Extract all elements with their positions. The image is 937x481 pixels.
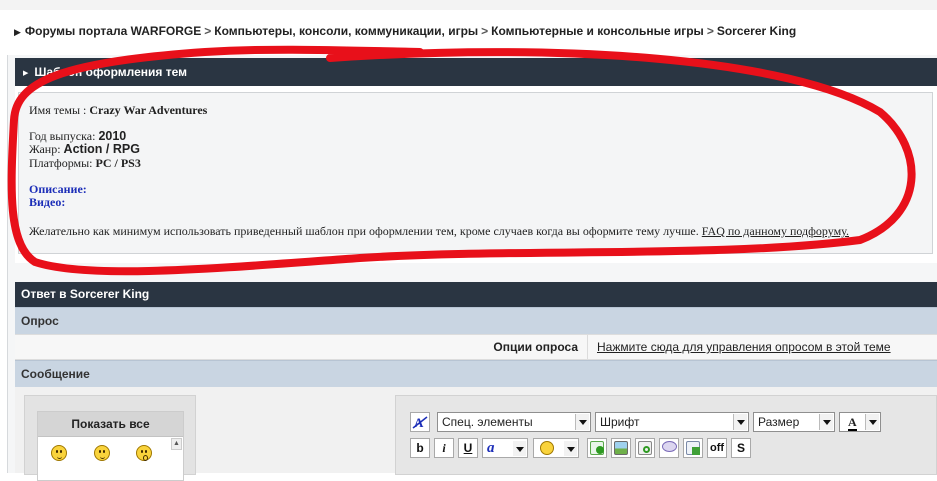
breadcrumb-item-games[interactable]: Компьютерные и консольные игры bbox=[491, 24, 704, 38]
year-value: 2010 bbox=[98, 129, 127, 143]
genre-label: Жанр: bbox=[29, 142, 61, 156]
font-select[interactable]: Шрифт bbox=[595, 412, 749, 432]
size-select[interactable]: Размер bbox=[753, 412, 835, 432]
underline-button[interactable]: U bbox=[458, 438, 478, 458]
template-note-text: Желательно как минимум использовать прив… bbox=[29, 224, 699, 238]
platform-label: Платформы: bbox=[29, 156, 93, 170]
platform-value: PC / PS3 bbox=[95, 156, 141, 170]
smile-icon[interactable] bbox=[94, 445, 110, 461]
text-direction-icon[interactable]: A bbox=[410, 412, 430, 432]
text-color-select[interactable]: A bbox=[839, 412, 881, 432]
breadcrumb-item-sorcerer-king[interactable]: Sorcerer King bbox=[717, 24, 796, 38]
reply-panel: Ответ в Sorcerer King Опрос Опции опроса… bbox=[15, 282, 937, 481]
chevron-down-icon bbox=[575, 414, 589, 430]
editor-toolbar: A Спец. элементы Шрифт Размер A b i U a bbox=[395, 395, 937, 475]
message-section-header: Сообщение bbox=[15, 360, 937, 387]
strikethrough-button[interactable]: S bbox=[731, 438, 751, 458]
topic-name-label: Имя темы : bbox=[29, 103, 87, 117]
insert-link-icon[interactable] bbox=[587, 438, 607, 458]
chevron-down-icon bbox=[733, 414, 747, 430]
emoticon-dropdown[interactable] bbox=[533, 438, 579, 458]
breadcrumb-separator: > bbox=[481, 24, 489, 38]
italic-button[interactable]: i bbox=[434, 438, 454, 458]
video-label: Видео: bbox=[29, 195, 66, 209]
surprised-smile-icon[interactable] bbox=[136, 445, 152, 461]
manage-poll-link[interactable]: Нажмите сюда для управления опросом в эт… bbox=[597, 335, 891, 359]
font-style-icon: a bbox=[487, 440, 495, 456]
poll-section-header: Опрос bbox=[15, 307, 937, 334]
insert-image-icon[interactable] bbox=[611, 438, 631, 458]
scroll-up-arrow-icon[interactable]: ▲ bbox=[171, 438, 182, 450]
size-value: Размер bbox=[758, 415, 800, 429]
quote-icon[interactable] bbox=[659, 438, 679, 458]
off-button[interactable]: off bbox=[707, 438, 727, 458]
collapse-triangle-icon[interactable]: ▶ bbox=[23, 70, 28, 77]
poll-options-label: Опции опроса bbox=[493, 340, 578, 354]
insert-code-icon[interactable] bbox=[683, 438, 703, 458]
template-panel-body: Имя темы : Crazy War Adventures Год выпу… bbox=[18, 92, 933, 254]
top-band bbox=[0, 0, 937, 10]
breadcrumb-arrow-icon: ▶ bbox=[14, 27, 21, 37]
text-color-icon: A bbox=[848, 415, 857, 431]
chevron-down-icon bbox=[513, 441, 526, 456]
breadcrumb-item-forums[interactable]: Форумы портала WARFORGE bbox=[25, 24, 201, 38]
breadcrumb: ▶ Форумы портала WARFORGE > Компьютеры, кон… bbox=[14, 24, 796, 38]
insert-attachment-icon[interactable] bbox=[635, 438, 655, 458]
template-note: Желательно как минимум использовать прив… bbox=[29, 224, 849, 239]
topic-name-line: Имя темы : Crazy War Adventures bbox=[29, 103, 207, 118]
poll-row-divider bbox=[587, 335, 588, 359]
special-elements-select[interactable]: Спец. элементы bbox=[437, 412, 591, 432]
breadcrumb-separator: > bbox=[706, 24, 714, 38]
breadcrumb-separator: > bbox=[204, 24, 212, 38]
smilies-panel: Показать все ▲ bbox=[24, 395, 196, 481]
year-label: Год выпуска: bbox=[29, 129, 96, 143]
emoticon-icon bbox=[540, 441, 554, 455]
special-elements-value: Спец. элементы bbox=[442, 415, 533, 429]
faq-link[interactable]: FAQ по данному подфоруму. bbox=[702, 224, 849, 238]
platform-line: Платформы: PC / PS3 bbox=[29, 156, 141, 171]
template-panel-title: Шаблон оформления тем bbox=[34, 65, 188, 79]
editor-area: Показать все ▲ A Спец. элементы Шрифт Ра… bbox=[15, 387, 937, 481]
chevron-down-icon bbox=[865, 414, 879, 430]
poll-options-row: Опции опроса Нажмите сюда для управления… bbox=[15, 334, 937, 360]
show-all-smilies-button[interactable]: Показать все bbox=[38, 412, 183, 437]
smilies-box: Показать все ▲ bbox=[37, 411, 184, 481]
template-panel-header: ▶ Шаблон оформления тем bbox=[15, 58, 937, 86]
font-value: Шрифт bbox=[600, 415, 640, 429]
breadcrumb-item-computers[interactable]: Компьютеры, консоли, коммуникации, игры bbox=[214, 24, 478, 38]
chevron-down-icon bbox=[819, 414, 833, 430]
chevron-down-icon bbox=[564, 441, 577, 456]
topic-name-value: Crazy War Adventures bbox=[89, 103, 208, 117]
bold-button[interactable]: b bbox=[410, 438, 430, 458]
template-panel: ▶ Шаблон оформления тем Имя темы : Crazy … bbox=[15, 58, 937, 263]
genre-value: Action / RPG bbox=[63, 142, 140, 156]
genre-line: Жанр: Action / RPG bbox=[29, 142, 140, 157]
font-style-dropdown[interactable]: a bbox=[482, 438, 528, 458]
smile-icon[interactable] bbox=[51, 445, 67, 461]
reply-panel-header: Ответ в Sorcerer King bbox=[15, 282, 937, 307]
